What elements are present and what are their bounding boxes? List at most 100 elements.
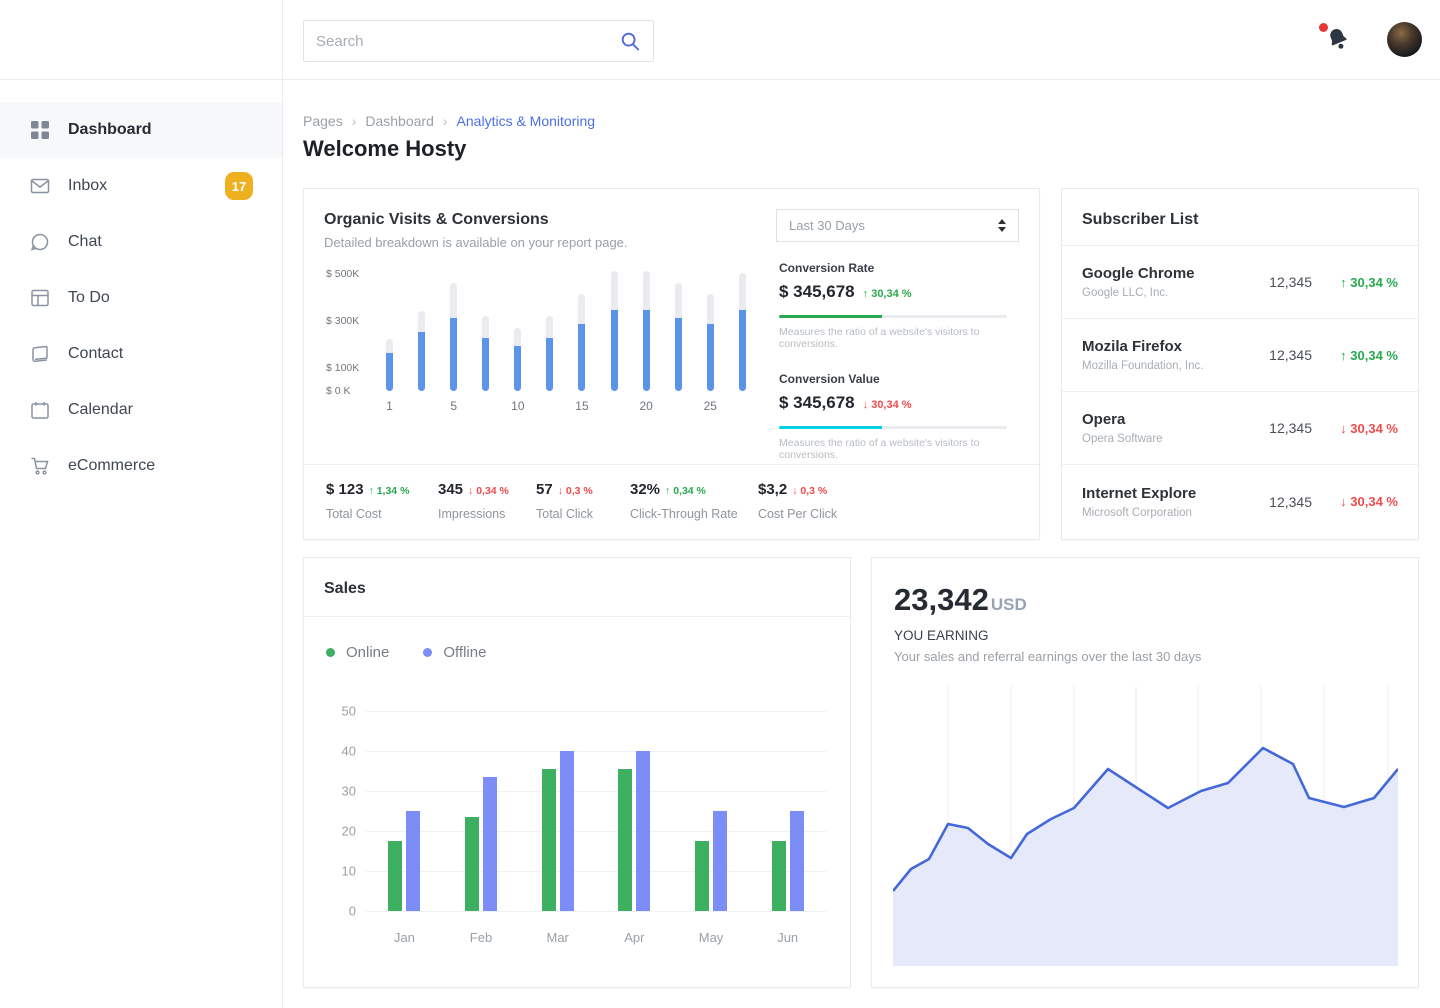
- organic-chart-y-axis: $ 500K$ 300K$ 100K$ 0 K: [324, 269, 374, 391]
- breadcrumb-item[interactable]: Analytics & Monitoring: [457, 113, 596, 129]
- organic-bar: [514, 269, 521, 391]
- app-root: Dashboard Inbox 17 Chat To Do Contact Calendar…: [0, 0, 1440, 1008]
- inbox-badge: 17: [225, 172, 253, 200]
- subscriber-name: Opera: [1082, 411, 1254, 428]
- stat-click-through-rate: 32%↑ 0,34 % Click-Through Rate: [630, 481, 758, 521]
- sidebar-item-calendar[interactable]: Calendar: [0, 382, 282, 438]
- search-icon[interactable]: [619, 30, 641, 52]
- conversions-bar: [578, 324, 585, 391]
- conversions-bar: [450, 318, 457, 391]
- stat-label: Total Click: [536, 507, 630, 521]
- organic-bar: [482, 269, 489, 391]
- subscriber-count: 12,345: [1254, 347, 1312, 363]
- subscriber-list-title: Subscriber List: [1082, 211, 1398, 229]
- cart-icon: [30, 456, 50, 476]
- sidebar-item-label: Calendar: [68, 401, 133, 419]
- legend-dot: [326, 648, 335, 657]
- x-tick-label: Jun: [749, 930, 826, 945]
- organic-bar: [450, 269, 457, 391]
- sidebar-item-label: Dashboard: [68, 121, 152, 139]
- user-avatar[interactable]: [1387, 22, 1422, 57]
- sidebar-item-inbox[interactable]: Inbox 17: [0, 158, 282, 214]
- x-tick-label: May: [673, 930, 750, 945]
- stat-value: 345↓ 0,34 %: [438, 481, 536, 498]
- sidebar-item-ecommerce[interactable]: eCommerce: [0, 438, 282, 494]
- subscriber-count: 12,345: [1254, 420, 1312, 436]
- x-tick-label: 1: [386, 399, 393, 413]
- breadcrumb-separator: ›: [443, 113, 448, 129]
- conversions-bar: [546, 338, 553, 391]
- stat-total-cost: $ 123↑ 1,34 %Total Cost: [326, 481, 438, 521]
- stat-impressions: 345↓ 0,34 %Impressions: [438, 481, 536, 521]
- y-tick-label: $ 500K: [326, 268, 359, 280]
- offline-bar: [790, 811, 804, 911]
- stat-value: 32%↑ 0,34 %: [630, 481, 758, 498]
- x-tick-label: [482, 399, 489, 413]
- search-input[interactable]: [304, 33, 619, 50]
- stat-label: Click-Through Rate: [630, 507, 758, 521]
- sidebar-item-label: To Do: [68, 289, 110, 307]
- sales-group-apr: [596, 711, 673, 911]
- sidebar-item-to-do[interactable]: To Do: [0, 270, 282, 326]
- select-spinner-icon: [998, 219, 1006, 232]
- sidebar-item-contact[interactable]: Contact: [0, 326, 282, 382]
- sales-card-title: Sales: [324, 580, 830, 598]
- breadcrumb-item[interactable]: Dashboard: [365, 113, 434, 129]
- delta-badge: ↓ 0,3 %: [558, 485, 593, 497]
- conversions-bar: [611, 310, 618, 391]
- legend-label: Online: [346, 644, 389, 661]
- x-tick-label: [739, 399, 746, 413]
- organic-bar: [707, 269, 714, 391]
- online-bar: [542, 769, 556, 911]
- subscriber-delta: ↑ 30,34 %: [1312, 275, 1398, 290]
- sidebar-item-chat[interactable]: Chat: [0, 214, 282, 270]
- earnings-area-chart: [893, 686, 1398, 966]
- subscriber-company: Mozilla Foundation, Inc.: [1082, 360, 1254, 372]
- stat-cost-per-click: $3,2↓ 0,3 %Cost Per Click: [758, 481, 878, 521]
- mail-icon: [30, 176, 50, 196]
- organic-visits-card: Organic Visits & Conversions Detailed br…: [303, 188, 1040, 540]
- organic-bar: [643, 269, 650, 391]
- subscriber-info: Mozila FirefoxMozilla Foundation, Inc.: [1082, 338, 1254, 372]
- subscriber-row[interactable]: OperaOpera Software12,345↓ 30,34 %: [1062, 392, 1418, 465]
- sidebar-item-dashboard[interactable]: Dashboard: [0, 102, 282, 158]
- earning-card: 23,342USD YOU EARNING Your sales and ref…: [871, 557, 1419, 988]
- subscriber-rows: Google ChromeGoogle LLC, Inc.12,345↑ 30,…: [1062, 246, 1418, 538]
- organic-bar: [386, 269, 393, 391]
- period-select[interactable]: Last 30 Days: [776, 209, 1019, 242]
- metric-caption: Measures the ratio of a website's visito…: [779, 326, 1007, 350]
- metric-progress-fill: [779, 315, 882, 318]
- subscriber-row[interactable]: Internet ExploreMicrosoft Corporation12,…: [1062, 465, 1418, 538]
- calendar-icon: [30, 400, 50, 420]
- earning-subtitle: Your sales and referral earnings over th…: [894, 649, 1396, 664]
- y-tick-label: 20: [316, 824, 356, 839]
- metric-label: Conversion Value: [779, 372, 1007, 386]
- offline-bar: [483, 777, 497, 911]
- x-tick-label: 5: [450, 399, 457, 413]
- metric-caption: Measures the ratio of a website's visito…: [779, 437, 1007, 461]
- offline-bar: [636, 751, 650, 911]
- subscriber-delta: ↑ 30,34 %: [1312, 348, 1398, 363]
- stat-total-click: 57↓ 0,3 %Total Click: [536, 481, 630, 521]
- subscriber-info: OperaOpera Software: [1082, 411, 1254, 445]
- x-tick-label: 15: [578, 399, 585, 413]
- conversion-metrics: Conversion Rate$ 345,678↑ 30,34 %Measure…: [779, 261, 1007, 483]
- subscriber-row[interactable]: Mozila FirefoxMozilla Foundation, Inc.12…: [1062, 319, 1418, 392]
- conversions-bar: [739, 310, 746, 391]
- subscriber-row[interactable]: Google ChromeGoogle LLC, Inc.12,345↑ 30,…: [1062, 246, 1418, 319]
- organic-bar: [675, 269, 682, 391]
- subscriber-name: Internet Explore: [1082, 485, 1254, 502]
- delta-badge: ↑ 1,34 %: [369, 485, 410, 497]
- y-tick-label: 0: [316, 904, 356, 919]
- contact-icon: [30, 344, 50, 364]
- subscriber-count: 12,345: [1254, 494, 1312, 510]
- x-tick-label: [418, 399, 425, 413]
- breadcrumb-item[interactable]: Pages: [303, 113, 343, 129]
- sales-group-may: [673, 711, 750, 911]
- sales-group-feb: [443, 711, 520, 911]
- y-tick-label: $ 0 K: [326, 385, 351, 397]
- subscriber-count: 12,345: [1254, 274, 1312, 290]
- notification-bell-icon[interactable]: [1325, 26, 1355, 56]
- sidebar-item-label: Inbox: [68, 177, 107, 195]
- x-tick-label: 10: [514, 399, 521, 413]
